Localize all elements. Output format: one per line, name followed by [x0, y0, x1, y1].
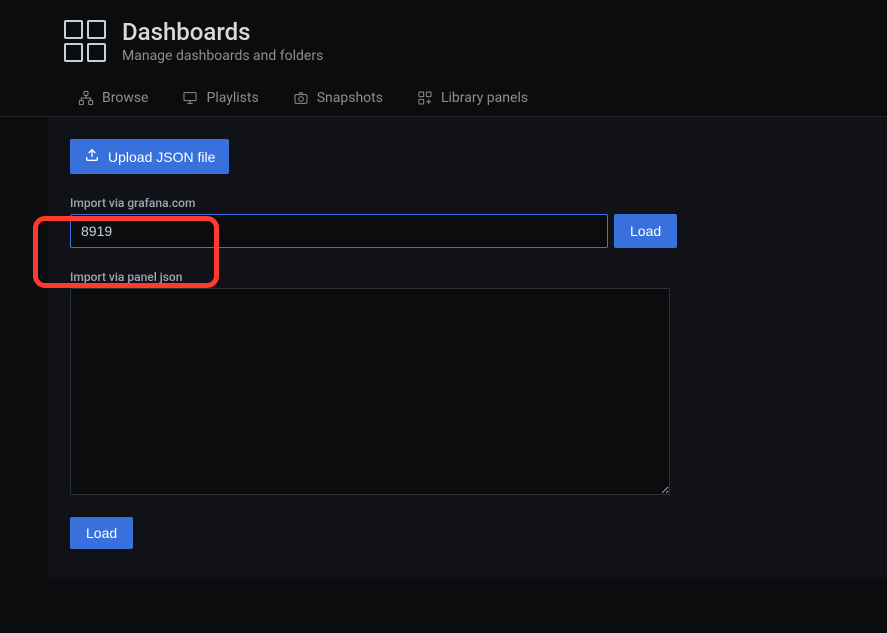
upload-json-label: Upload JSON file: [108, 149, 215, 165]
import-grafana-label: Import via grafana.com: [70, 196, 865, 210]
import-panel: Upload JSON file Import via grafana.com …: [48, 117, 887, 579]
upload-icon: [84, 147, 100, 166]
tab-label: Browse: [102, 90, 148, 106]
page-subtitle: Manage dashboards and folders: [122, 48, 323, 64]
tab-snapshots[interactable]: Snapshots: [293, 90, 383, 106]
page-title: Dashboards: [122, 18, 323, 46]
sitemap-icon: [78, 90, 94, 106]
load-json-button[interactable]: Load: [70, 517, 133, 549]
load-grafana-button[interactable]: Load: [614, 214, 677, 248]
import-json-label: Import via panel json: [70, 270, 865, 284]
upload-json-button[interactable]: Upload JSON file: [70, 139, 229, 174]
import-grafana-input[interactable]: [70, 214, 608, 248]
camera-icon: [293, 90, 309, 106]
library-panel-icon: [417, 90, 433, 106]
tab-label: Snapshots: [317, 90, 383, 106]
tab-playlists[interactable]: Playlists: [182, 90, 258, 106]
tabs-row: Browse Playlists Snapshots Library panel…: [0, 64, 887, 117]
tab-label: Library panels: [441, 90, 528, 106]
presentation-icon: [182, 90, 198, 106]
tab-label: Playlists: [206, 90, 258, 106]
tab-library-panels[interactable]: Library panels: [417, 90, 528, 106]
tab-browse[interactable]: Browse: [78, 90, 148, 106]
dashboards-icon: [64, 20, 106, 62]
import-json-textarea[interactable]: [70, 288, 670, 495]
